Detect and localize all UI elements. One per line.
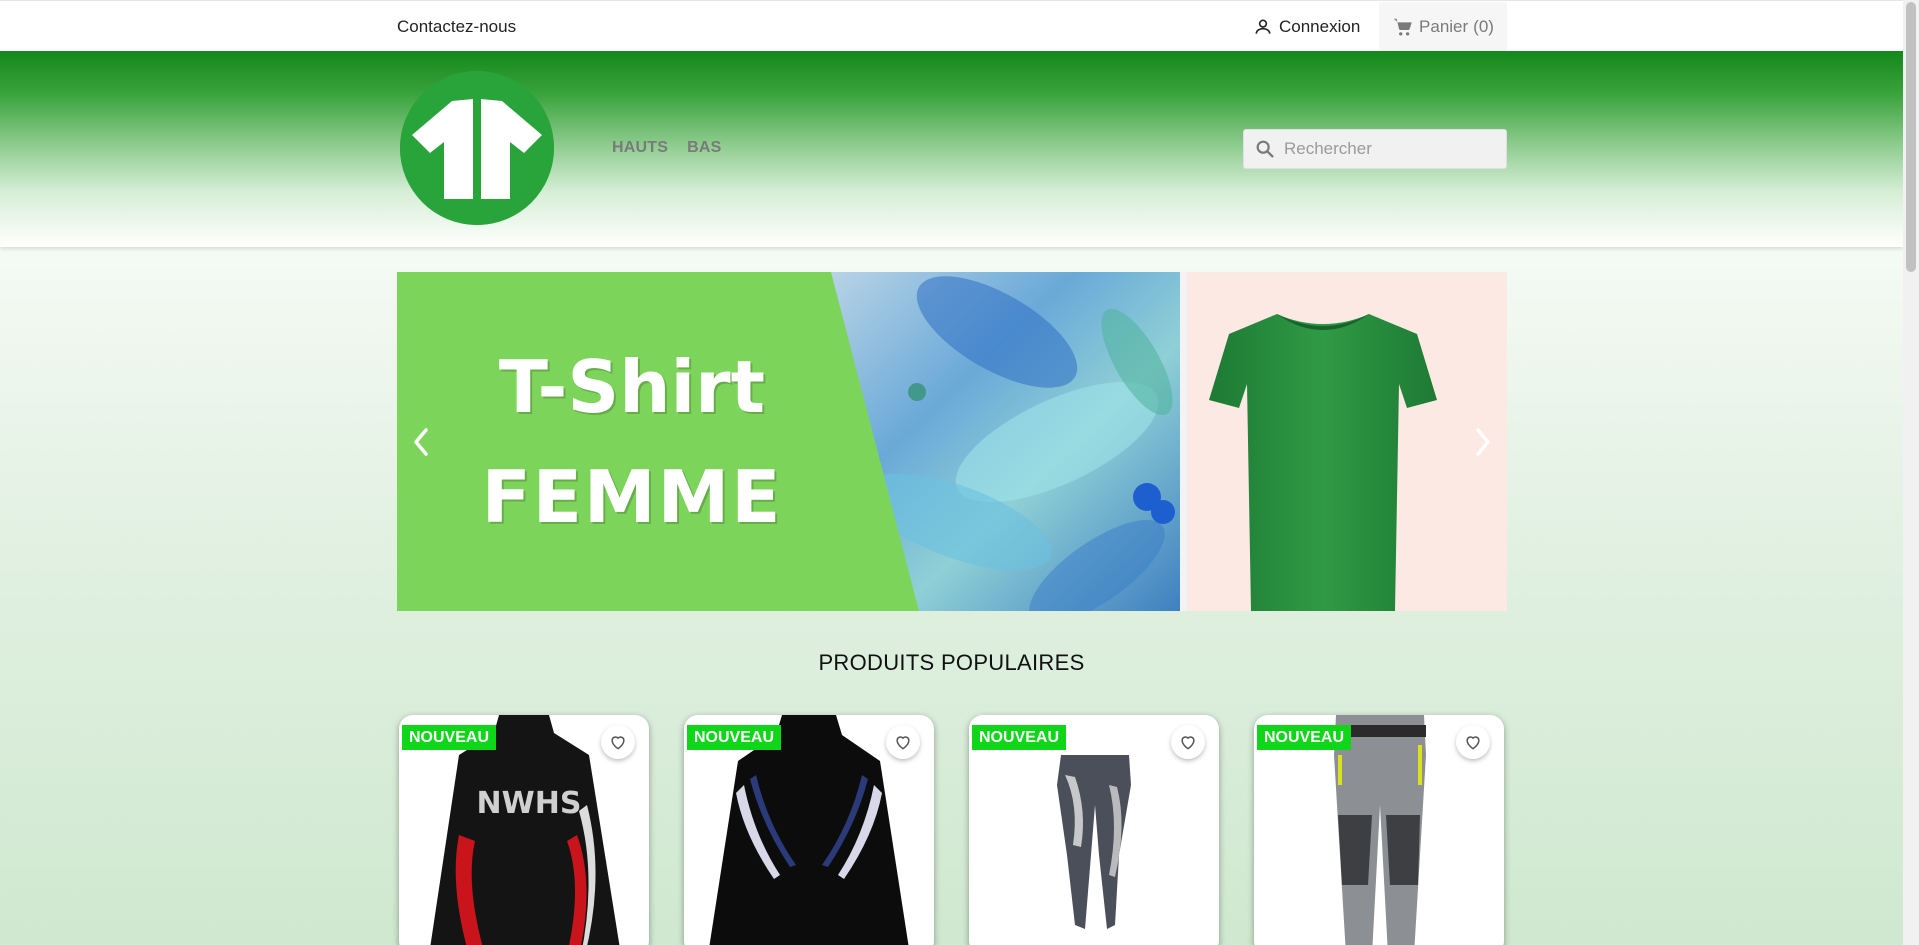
menu-item-hauts[interactable]: HAUTS [612, 139, 668, 157]
cart-label: Panier [1419, 17, 1469, 36]
product-card[interactable]: NOUVEAU [1254, 715, 1504, 945]
top-nav: Contactez-nous Connexion Panier (0) [0, 0, 1903, 52]
wishlist-button[interactable] [601, 725, 635, 759]
wishlist-button[interactable] [886, 725, 920, 759]
menu-item-bas[interactable]: BAS [687, 139, 721, 157]
scrollbar-thumb[interactable] [1906, 2, 1916, 272]
login-label: Connexion [1279, 17, 1361, 36]
new-badge: NOUVEAU [1257, 725, 1352, 750]
heart-icon [896, 736, 910, 750]
heart-icon [1466, 736, 1480, 750]
site-header: HAUTS BAS [0, 51, 1903, 247]
hero-carousel: T-Shirt FEMME [397, 272, 1507, 611]
shirt-logo-icon [400, 71, 554, 225]
new-badge: NOUVEAU [402, 725, 497, 750]
carousel-next-button[interactable] [1469, 422, 1497, 462]
wishlist-button[interactable] [1171, 725, 1205, 759]
cart-button[interactable]: Panier (0) [1379, 2, 1507, 52]
product-card[interactable]: NOUVEAU [969, 715, 1219, 945]
user-icon [1255, 19, 1271, 34]
banner-caption: T-Shirt FEMME [397, 272, 867, 611]
heart-icon [611, 736, 625, 750]
product-card[interactable]: NWHS NOUVEAU [399, 715, 649, 945]
contact-link[interactable]: Contactez-nous [397, 17, 516, 37]
new-badge: NOUVEAU [687, 725, 782, 750]
banner-title: T-Shirt [498, 344, 766, 429]
wishlist-button[interactable] [1456, 725, 1490, 759]
heart-icon [1181, 736, 1195, 750]
product-card[interactable]: NOUVEAU [684, 715, 934, 945]
cart-icon [1393, 18, 1412, 36]
chevron-right-icon [1476, 428, 1490, 456]
search-box [1243, 129, 1507, 169]
banner-subtitle: FEMME [481, 454, 783, 539]
svg-text:NWHS: NWHS [477, 786, 582, 821]
search-input[interactable] [1284, 139, 1494, 159]
search-icon[interactable] [1254, 138, 1276, 160]
carousel-prev-button[interactable] [407, 422, 435, 462]
page-scrollbar[interactable] [1903, 0, 1919, 945]
chevron-left-icon [414, 428, 428, 456]
new-badge: NOUVEAU [972, 725, 1067, 750]
logo[interactable] [400, 71, 554, 225]
login-link[interactable]: Connexion [1253, 15, 1360, 39]
main-menu: HAUTS BAS [612, 139, 722, 157]
section-title: PRODUITS POPULAIRES [818, 650, 1085, 675]
cart-count: (0) [1473, 17, 1494, 36]
